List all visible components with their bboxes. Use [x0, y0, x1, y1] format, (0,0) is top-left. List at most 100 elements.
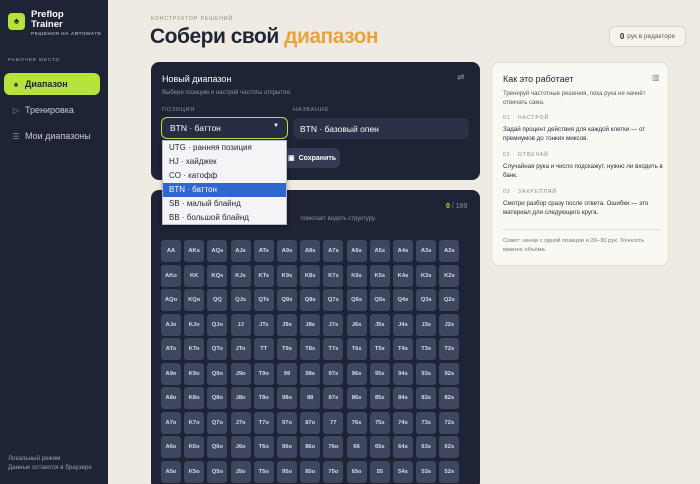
hand-cell[interactable]: A5o — [161, 460, 181, 483]
hand-cell[interactable]: 63s — [416, 436, 437, 458]
hand-cell[interactable]: A4s — [393, 240, 413, 262]
hand-cell[interactable]: 54s — [393, 460, 413, 483]
hand-cell[interactable]: 75o — [323, 460, 344, 483]
hand-cell[interactable]: 66 — [346, 436, 367, 458]
hand-cell[interactable]: T3s — [416, 338, 437, 360]
hand-cell[interactable]: 76o — [323, 436, 344, 458]
hand-cell[interactable]: Q7o — [207, 411, 228, 434]
hand-cell[interactable]: Q6s — [346, 289, 367, 311]
hand-cell[interactable]: 99 — [277, 362, 297, 385]
hand-cell[interactable]: A6o — [161, 436, 181, 458]
hand-cell[interactable]: J2s — [439, 313, 460, 336]
hand-cell[interactable]: Q4s — [393, 289, 413, 311]
option-btn[interactable]: BTN · баттон — [163, 183, 286, 197]
hand-cell[interactable]: Q8o — [207, 387, 228, 409]
hand-cell[interactable]: Q5o — [207, 460, 228, 483]
hand-cell[interactable]: J3s — [416, 313, 437, 336]
hand-cell[interactable]: 92s — [439, 362, 460, 385]
hand-cell[interactable]: AJo — [161, 313, 181, 336]
hand-cell[interactable]: QTo — [207, 338, 228, 360]
hand-cell[interactable]: 87o — [300, 411, 321, 434]
hand-cell[interactable]: Q5s — [369, 289, 390, 311]
hand-cell[interactable]: AJs — [230, 240, 251, 262]
hand-cell[interactable]: A6s — [346, 240, 367, 262]
hand-cell[interactable]: 85s — [369, 387, 390, 409]
hand-cell[interactable]: QTs — [253, 289, 274, 311]
hand-cell[interactable]: A5s — [369, 240, 390, 262]
hand-cell[interactable]: Q9o — [207, 362, 228, 385]
hand-cell[interactable]: T8o — [253, 387, 274, 409]
option-co[interactable]: CO · катофф — [163, 169, 286, 183]
hand-cell[interactable]: KTo — [184, 338, 205, 360]
hand-cell[interactable]: A7s — [323, 240, 344, 262]
hand-cell[interactable]: T5s — [369, 338, 390, 360]
hand-cell[interactable]: 73s — [416, 411, 437, 434]
hand-cell[interactable]: T9o — [253, 362, 274, 385]
hand-cell[interactable]: 55 — [369, 460, 390, 483]
hand-cell[interactable]: T6s — [346, 338, 367, 360]
hand-cell[interactable]: ATs — [253, 240, 274, 262]
sidebar-item-range[interactable]: ♠ Диапазон — [4, 73, 100, 95]
hand-cell[interactable]: Q9s — [277, 289, 297, 311]
hand-cell[interactable]: A3s — [416, 240, 437, 262]
hand-cell[interactable]: AQs — [207, 240, 228, 262]
hand-cell[interactable]: A9o — [161, 362, 181, 385]
sidebar-item-my-ranges[interactable]: ☰ Мои диапазоны — [4, 125, 100, 147]
option-hj[interactable]: HJ · хайджек — [163, 155, 286, 169]
hand-cell[interactable]: J6s — [346, 313, 367, 336]
hand-cell[interactable]: J5o — [230, 460, 251, 483]
hand-cell[interactable]: Q8s — [300, 289, 321, 311]
hand-cell[interactable]: T2s — [439, 338, 460, 360]
hand-cell[interactable]: A9s — [277, 240, 297, 262]
hand-cell[interactable]: K7o — [184, 411, 205, 434]
hand-cell[interactable]: 98o — [277, 387, 297, 409]
hand-cell[interactable]: KQs — [207, 264, 228, 287]
hand-cell[interactable]: A2s — [439, 240, 460, 262]
hand-cell[interactable]: K3s — [416, 264, 437, 287]
hand-cell[interactable]: JTo — [230, 338, 251, 360]
position-select[interactable]: BTN · баттон ▼ — [161, 117, 288, 139]
hand-cell[interactable]: 95o — [277, 460, 297, 483]
hand-cell[interactable]: 84s — [393, 387, 413, 409]
hand-cell[interactable]: K8o — [184, 387, 205, 409]
hand-cell[interactable]: TT — [253, 338, 274, 360]
hand-cell[interactable]: 76s — [346, 411, 367, 434]
hand-cell[interactable]: 62s — [439, 436, 460, 458]
hand-cell[interactable]: 65s — [369, 436, 390, 458]
hand-cell[interactable]: Q2s — [439, 289, 460, 311]
hand-cell[interactable]: T8s — [300, 338, 321, 360]
hand-cell[interactable]: K9s — [277, 264, 297, 287]
hand-cell[interactable]: K4s — [393, 264, 413, 287]
hand-cell[interactable]: JJ — [230, 313, 251, 336]
option-utg[interactable]: UTG · ранняя позиция — [163, 141, 286, 155]
hand-cell[interactable]: Q3s — [416, 289, 437, 311]
hand-cell[interactable]: QJo — [207, 313, 228, 336]
hand-cell[interactable]: K9o — [184, 362, 205, 385]
hand-cell[interactable]: 65o — [346, 460, 367, 483]
hand-cell[interactable]: 83s — [416, 387, 437, 409]
hand-cell[interactable]: J5s — [369, 313, 390, 336]
hand-cell[interactable]: ATo — [161, 338, 181, 360]
hand-cell[interactable]: 97o — [277, 411, 297, 434]
hand-cell[interactable]: A8o — [161, 387, 181, 409]
hand-cell[interactable]: 86o — [300, 436, 321, 458]
hand-cell[interactable]: QQ — [207, 289, 228, 311]
hand-cell[interactable]: 52s — [439, 460, 460, 483]
hand-cell[interactable]: Q7s — [323, 289, 344, 311]
hand-cell[interactable]: KQo — [184, 289, 205, 311]
hand-cell[interactable]: K8s — [300, 264, 321, 287]
hand-cell[interactable]: 74s — [393, 411, 413, 434]
hand-cell[interactable]: 85o — [300, 460, 321, 483]
hand-cell[interactable]: 88 — [300, 387, 321, 409]
hand-cell[interactable]: AQo — [161, 289, 181, 311]
hand-cell[interactable]: KJs — [230, 264, 251, 287]
option-bb[interactable]: BB · большой блайнд — [163, 211, 286, 225]
hand-cell[interactable]: T5o — [253, 460, 274, 483]
hand-cell[interactable]: K7s — [323, 264, 344, 287]
hand-cell[interactable]: JTs — [253, 313, 274, 336]
hand-cell[interactable]: 53s — [416, 460, 437, 483]
hand-cell[interactable]: QJs — [230, 289, 251, 311]
hand-cell[interactable]: 95s — [369, 362, 390, 385]
hand-cell[interactable]: A7o — [161, 411, 181, 434]
hand-cell[interactable]: J6o — [230, 436, 251, 458]
